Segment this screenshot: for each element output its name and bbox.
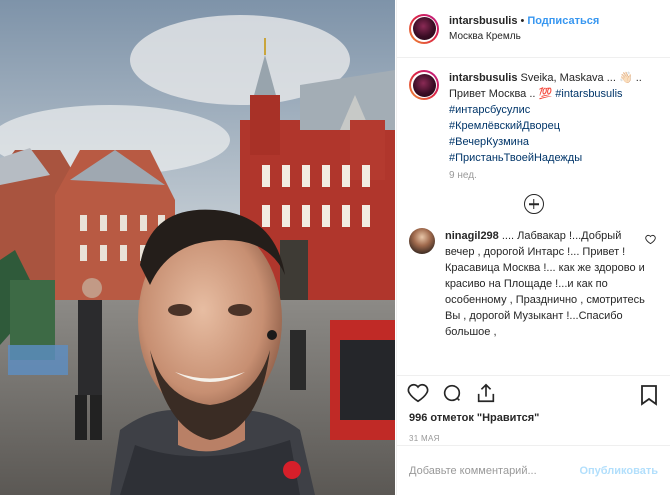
- follow-button[interactable]: Подписаться: [527, 15, 599, 27]
- post-header: intarsbusulis • Подписаться Москва Кремль: [397, 0, 670, 58]
- comment-heart-icon[interactable]: [645, 234, 656, 248]
- post-time-ago: 9 нед.: [449, 170, 477, 181]
- hundred-emoji-icon: 💯: [538, 88, 553, 100]
- caption-avatar[interactable]: [409, 70, 439, 100]
- wave-emoji-icon: 👋🏻: [618, 72, 633, 84]
- comment-icon[interactable]: [441, 382, 463, 404]
- bookmark-icon[interactable]: [640, 384, 658, 411]
- hashtag-link[interactable]: #интарсбусулис: [449, 104, 530, 116]
- likes-count[interactable]: 996 отметок "Нравится": [397, 412, 670, 424]
- plus-circle-icon[interactable]: [523, 194, 544, 214]
- hashtag-link[interactable]: #КремлёвскийДворец: [449, 120, 560, 132]
- share-icon[interactable]: [475, 382, 497, 404]
- hashtag-link[interactable]: #ПристаньТвоейНадежды: [449, 152, 582, 164]
- author-username[interactable]: intarsbusulis: [449, 15, 517, 27]
- comment-item: ninagil298 .... Лабвакар !...Добрый вече…: [409, 228, 658, 340]
- caption-line1-end: ..: [635, 72, 642, 84]
- post-sidebar: intarsbusulis • Подписаться Москва Кремль …: [396, 0, 670, 495]
- commenter-username[interactable]: ninagil298: [445, 230, 499, 242]
- caption: intarsbusulis Sveika, Maskava ... 👋🏻 .. …: [409, 70, 658, 166]
- commenter-avatar[interactable]: [409, 228, 435, 254]
- comment-input[interactable]: Добавьте комментарий...: [409, 465, 579, 477]
- caption-line1: Sveika, Maskava ...: [520, 72, 616, 84]
- hashtag-link[interactable]: #ВечерКузмина: [449, 136, 529, 148]
- caption-line2: Привет Москва ..: [449, 88, 536, 100]
- author-avatar[interactable]: [409, 13, 439, 44]
- separator-dot: •: [520, 14, 525, 27]
- post-photo[interactable]: [0, 0, 395, 495]
- selfie-red-square-image: [0, 0, 395, 495]
- post-location[interactable]: Москва Кремль: [449, 29, 599, 44]
- heart-icon[interactable]: [407, 382, 429, 404]
- caption-text: intarsbusulis Sveika, Maskava ... 👋🏻 .. …: [449, 70, 642, 166]
- caption-username[interactable]: intarsbusulis: [449, 72, 517, 84]
- action-bar: [397, 376, 670, 410]
- publish-button[interactable]: Опубликовать: [579, 465, 658, 477]
- post-date: 31 МАЯ: [409, 434, 440, 443]
- hashtag-link[interactable]: #intarsbusulis: [555, 88, 622, 100]
- comment-text: ninagil298 .... Лабвакар !...Добрый вече…: [445, 228, 645, 340]
- comments-section[interactable]: intarsbusulis Sveika, Maskava ... 👋🏻 .. …: [397, 58, 670, 376]
- comment-body: .... Лабвакар !...Добрый вечер , дорогой…: [445, 230, 645, 338]
- comment-form: Добавьте комментарий... Опубликовать: [397, 445, 670, 495]
- header-info: intarsbusulis • Подписаться Москва Кремль: [449, 14, 599, 44]
